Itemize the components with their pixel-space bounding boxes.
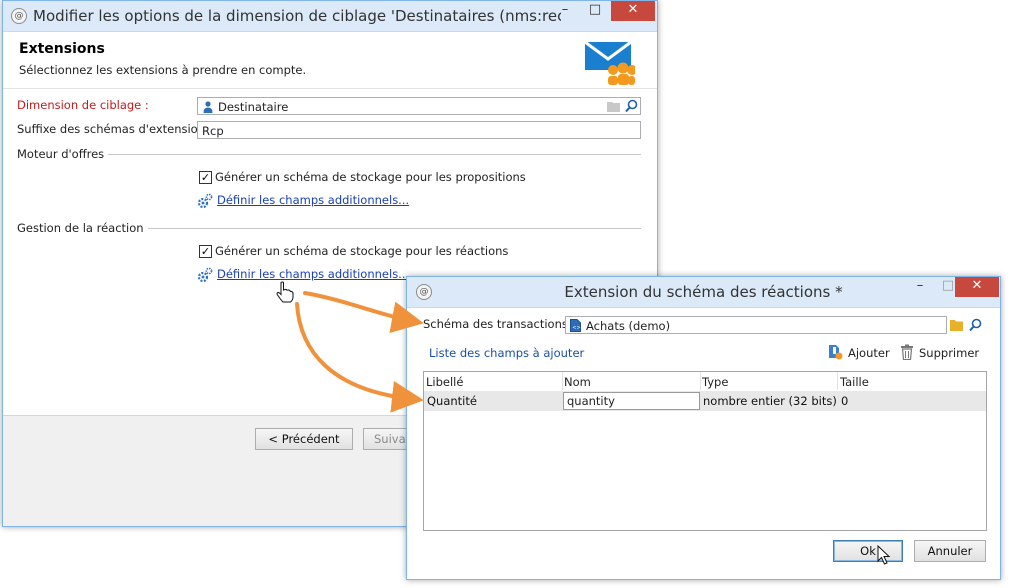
reaction-group-title: Gestion de la réaction <box>17 221 148 235</box>
app-icon: @ <box>11 8 27 24</box>
transactions-label: Schéma des transactions : <box>423 317 576 331</box>
table-row[interactable]: Quantité quantity nombre entier (32 bits… <box>424 391 986 411</box>
row-label-cell[interactable]: Quantité <box>427 394 477 408</box>
column-separator <box>562 372 563 390</box>
column-separator <box>837 372 838 390</box>
close-icon[interactable]: ✕ <box>611 1 655 21</box>
fields-grid[interactable]: Libellé Nom Type Taille Quantité quantit… <box>423 371 987 531</box>
fields-list-title: Liste des champs à ajouter <box>429 346 585 360</box>
targeting-value: Destinataire <box>218 100 289 114</box>
arrow-cursor-icon <box>877 545 891 565</box>
offers-group-title: Moteur d'offres <box>17 147 109 161</box>
transactions-value: Achats (demo) <box>586 319 671 333</box>
previous-button[interactable]: < Précédent <box>255 428 353 450</box>
gear-icon <box>197 267 213 283</box>
column-header-name[interactable]: Nom <box>564 375 591 389</box>
targeting-label: Dimension de ciblage : <box>17 98 149 112</box>
folder-icon[interactable] <box>607 100 620 112</box>
minimize-icon[interactable]: – <box>551 1 579 21</box>
section-title: Extensions <box>19 41 105 57</box>
hand-cursor-icon <box>276 281 294 303</box>
add-button[interactable]: Ajouter <box>848 346 890 360</box>
trash-icon[interactable] <box>900 344 914 360</box>
search-icon[interactable] <box>625 99 638 113</box>
schema-doc-icon: <> <box>570 319 581 332</box>
svg-text:<>: <> <box>572 325 580 331</box>
maximize-icon[interactable]: □ <box>581 1 609 21</box>
close-icon[interactable]: ✕ <box>955 277 999 297</box>
add-icon[interactable] <box>827 344 843 360</box>
person-icon <box>203 101 213 113</box>
cancel-button[interactable]: Annuler <box>914 540 986 562</box>
transactions-field[interactable]: <> Achats (demo) <box>565 316 947 334</box>
column-header-label[interactable]: Libellé <box>426 375 463 389</box>
offers-checkbox-label: Générer un schéma de stockage pour les p… <box>215 170 526 184</box>
targeting-field[interactable]: Destinataire <box>197 97 641 115</box>
reaction-define-fields-link[interactable]: Définir les champs additionnels... <box>217 267 409 281</box>
main-window-title: Modifier les options de la dimension de … <box>33 7 561 25</box>
suffix-label: Suffixe des schémas d'extension : <box>17 122 213 136</box>
main-titlebar[interactable]: @ Modifier les options de la dimension d… <box>3 1 657 32</box>
offers-group-divider <box>99 154 641 155</box>
search-icon[interactable] <box>969 318 982 332</box>
reaction-checkbox-label: Générer un schéma de stockage pour les r… <box>215 244 509 258</box>
suffix-input[interactable]: Rcp <box>197 121 641 139</box>
wizard-header: Extensions Sélectionnez les extensions à… <box>3 32 657 89</box>
dialog-titlebar[interactable]: @ Extension du schéma des réactions * – … <box>407 277 1000 308</box>
mail-recipients-icon <box>584 40 635 85</box>
row-type-cell[interactable]: nombre entier (32 bits) <box>703 394 837 408</box>
minimize-icon[interactable]: – <box>906 277 934 297</box>
row-name-input[interactable]: quantity <box>563 392 700 410</box>
delete-button[interactable]: Supprimer <box>919 346 979 360</box>
gear-icon <box>197 193 213 209</box>
column-separator <box>700 372 701 390</box>
column-header-size[interactable]: Taille <box>840 375 869 389</box>
reaction-schema-dialog: @ Extension du schéma des réactions * – … <box>406 276 1001 580</box>
offers-define-fields-link[interactable]: Définir les champs additionnels... <box>217 193 409 207</box>
reaction-group-divider <box>133 228 641 229</box>
ok-button[interactable]: Ok <box>833 540 903 562</box>
offers-checkbox[interactable]: ✓ <box>199 171 212 184</box>
reaction-checkbox[interactable]: ✓ <box>199 245 212 258</box>
column-header-type[interactable]: Type <box>702 375 728 389</box>
row-size-cell[interactable]: 0 <box>841 394 848 408</box>
folder-icon[interactable] <box>950 319 963 331</box>
section-subtitle: Sélectionnez les extensions à prendre en… <box>19 63 307 77</box>
